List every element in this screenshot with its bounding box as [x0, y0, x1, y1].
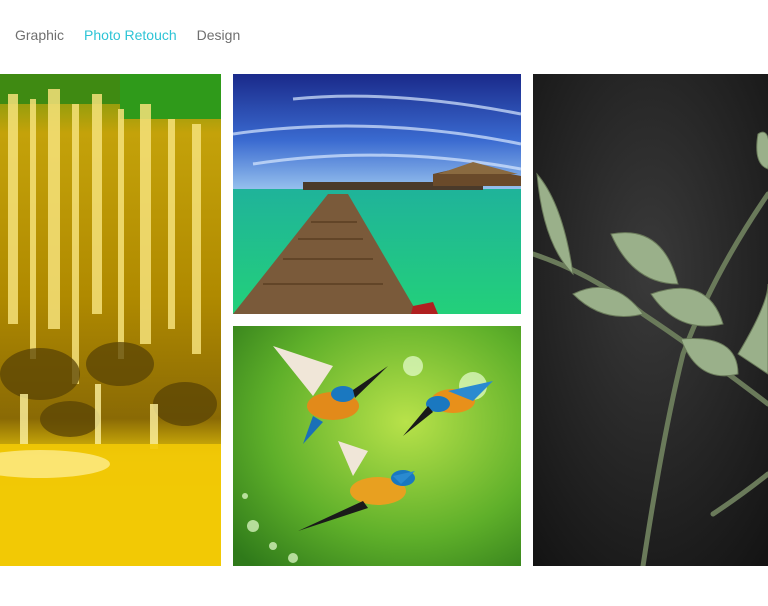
tab-photo-retouch[interactable]: Photo Retouch [84, 27, 177, 43]
tropical-pier-image [233, 74, 521, 314]
tab-design[interactable]: Design [197, 27, 241, 43]
portfolio-item-tropical-pier[interactable] [233, 74, 521, 314]
kingfishers-image [233, 326, 521, 566]
portfolio-item-kingfishers[interactable] [233, 326, 521, 566]
leaves-image [533, 74, 768, 566]
portfolio-filter-tabs: Graphic Photo Retouch Design [15, 27, 240, 43]
portfolio-item-leaves[interactable] [533, 74, 768, 566]
waterfall-image [0, 74, 221, 566]
portfolio-item-waterfall[interactable] [0, 74, 221, 566]
tab-graphic[interactable]: Graphic [15, 27, 64, 43]
